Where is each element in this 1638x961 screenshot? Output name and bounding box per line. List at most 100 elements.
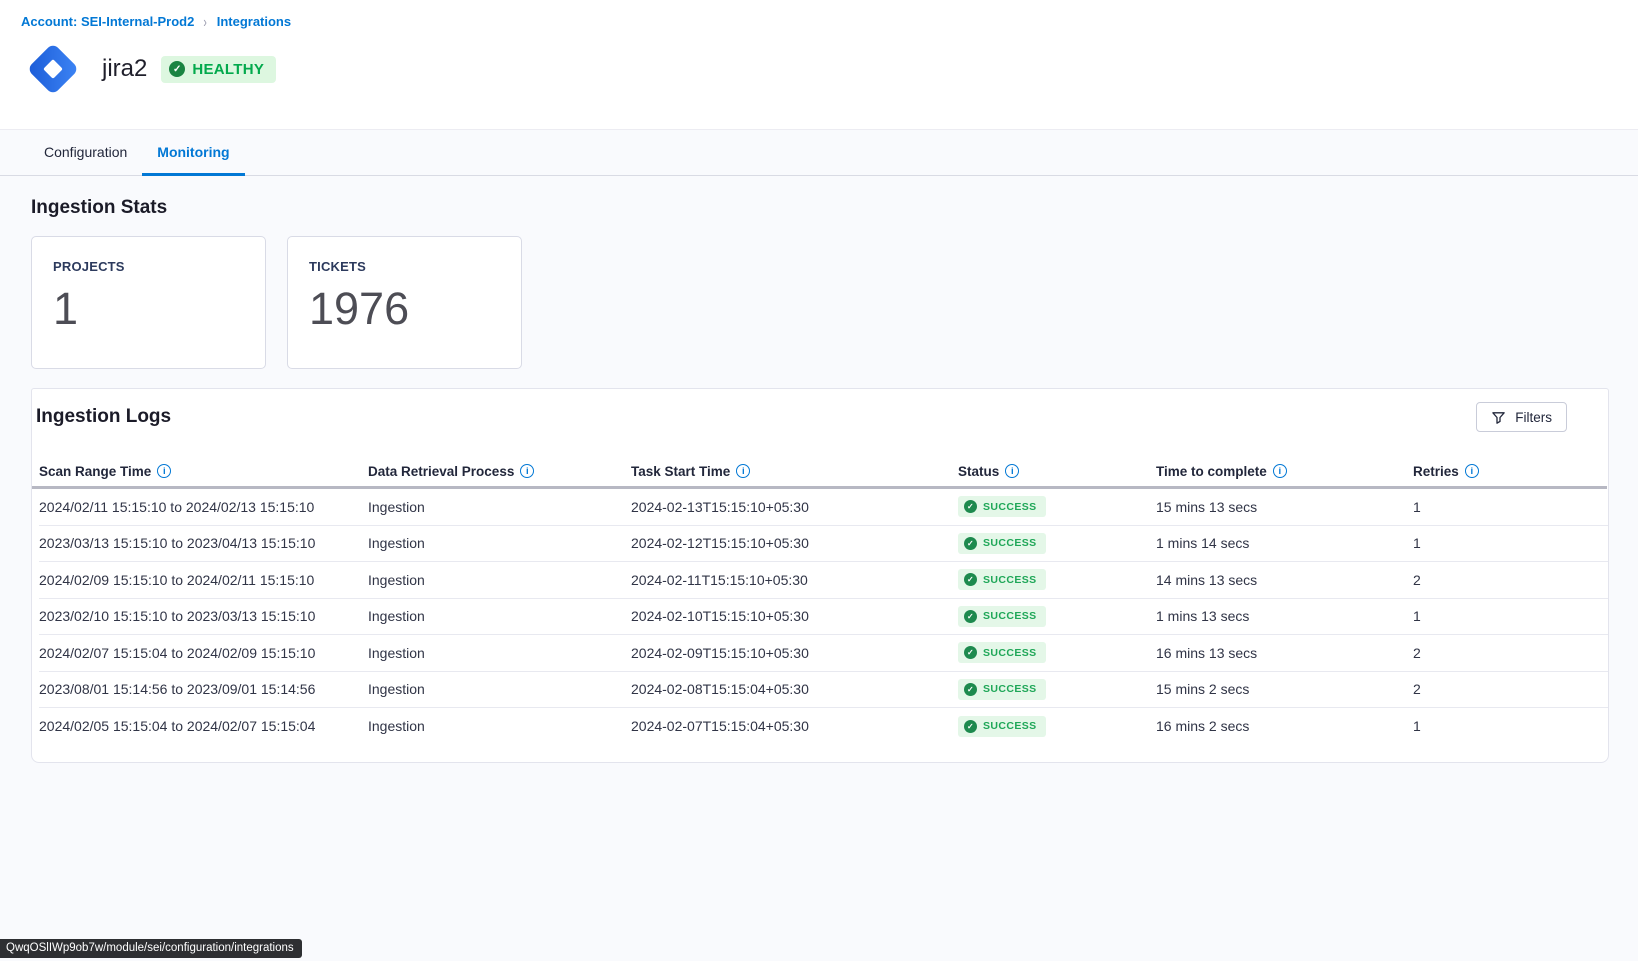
health-status-label: HEALTHY (192, 61, 264, 78)
status-label: SUCCESS (983, 647, 1037, 659)
status-badge: ✓ SUCCESS (958, 679, 1046, 700)
cell-scan-range-time: 2024/02/07 15:15:04 to 2024/02/09 15:15:… (39, 645, 368, 661)
cell-retries: 2 (1413, 572, 1608, 588)
cell-data-retrieval-process: Ingestion (368, 718, 631, 734)
cell-time-to-complete: 1 mins 13 secs (1156, 608, 1413, 624)
cell-data-retrieval-process: Ingestion (368, 535, 631, 551)
check-icon: ✓ (964, 646, 977, 659)
cell-scan-range-time: 2024/02/11 15:15:10 to 2024/02/13 15:15:… (39, 499, 368, 515)
table-row: 2024/02/09 15:15:10 to 2024/02/11 15:15:… (39, 562, 1608, 599)
info-icon[interactable]: i (520, 464, 534, 478)
tab-configuration[interactable]: Configuration (29, 130, 142, 176)
table-row: 2024/02/07 15:15:04 to 2024/02/09 15:15:… (39, 635, 1608, 672)
check-icon: ✓ (964, 573, 977, 586)
stat-card-projects: PROJECTS 1 (31, 236, 266, 369)
column-header-label: Scan Range Time (39, 464, 151, 479)
cell-status: ✓SUCCESS (958, 606, 1156, 627)
cell-data-retrieval-process: Ingestion (368, 681, 631, 697)
check-icon: ✓ (169, 61, 185, 77)
column-header-label: Data Retrieval Process (368, 464, 514, 479)
ingestion-logs-table: Scan Range TimeiData Retrieval ProcessiT… (32, 456, 1608, 745)
info-icon[interactable]: i (157, 464, 171, 478)
cell-data-retrieval-process: Ingestion (368, 572, 631, 588)
table-header-row: Scan Range TimeiData Retrieval ProcessiT… (39, 456, 1608, 486)
table-row: 2024/02/05 15:15:04 to 2024/02/07 15:15:… (39, 708, 1608, 745)
check-icon: ✓ (964, 683, 977, 696)
cell-status: ✓ SUCCESS (958, 679, 1156, 700)
stat-card-label: PROJECTS (53, 259, 265, 274)
cell-retries: 1 (1413, 718, 1608, 734)
cell-retries: 1 (1413, 535, 1608, 551)
cell-time-to-complete: 15 mins 13 secs (1156, 499, 1413, 515)
status-label: SUCCESS (983, 574, 1037, 586)
column-header-label: Time to complete (1156, 464, 1267, 479)
column-header-task-start-time: Task Start Time i (631, 464, 958, 479)
status-badge: ✓ SUCCESS (958, 716, 1046, 737)
breadcrumb: Account: SEI-Internal-Prod2 › Integratio… (21, 14, 1638, 29)
cell-scan-range-time: 2024/02/05 15:15:04 to 2024/02/07 15:15:… (39, 718, 368, 734)
column-header-label: Retries (1413, 464, 1459, 479)
column-header-label: Task Start Time (631, 464, 730, 479)
cell-task-start-time: 2024-02-13T15:15:10+05:30 (631, 499, 958, 515)
stat-card-value: 1976 (309, 283, 521, 335)
check-icon: ✓ (964, 537, 977, 550)
ingestion-logs-title: Ingestion Logs (36, 406, 171, 428)
breadcrumb-account-link[interactable]: Account: SEI-Internal-Prod2 (21, 14, 194, 29)
cell-status: ✓SUCCESS (958, 496, 1156, 517)
cell-retries: 2 (1413, 681, 1608, 697)
cell-task-start-time: 2024-02-09T15:15:10+05:30 (631, 645, 958, 661)
cell-task-start-time: 2024-02-11T15:15:10+05:30 (631, 572, 958, 588)
cell-scan-range-time: 2023/02/10 15:15:10 to 2023/03/13 15:15:… (39, 608, 368, 624)
stat-card-label: TICKETS (309, 259, 521, 274)
cell-retries: 1 (1413, 499, 1608, 515)
column-header-time-to-complete: Time to complete i (1156, 464, 1413, 479)
breadcrumb-chevron-icon: › (204, 13, 207, 31)
status-badge: ✓SUCCESS (958, 496, 1046, 517)
cell-scan-range-time: 2023/08/01 15:14:56 to 2023/09/01 15:14:… (39, 681, 368, 697)
cell-time-to-complete: 16 mins 13 secs (1156, 645, 1413, 661)
table-body: 2024/02/11 15:15:10 to 2024/02/13 15:15:… (39, 489, 1608, 745)
info-icon[interactable]: i (1465, 464, 1479, 478)
cell-status: ✓SUCCESS (958, 533, 1156, 554)
cell-scan-range-time: 2023/03/13 15:15:10 to 2023/04/13 15:15:… (39, 535, 368, 551)
status-badge: ✓SUCCESS (958, 533, 1046, 554)
filter-funnel-icon (1491, 410, 1506, 425)
status-badge: ✓ SUCCESS (958, 642, 1046, 663)
breadcrumb-integrations-link[interactable]: Integrations (217, 14, 291, 29)
integration-title: jira2 (102, 55, 147, 83)
cell-status: ✓ SUCCESS (958, 642, 1156, 663)
cell-task-start-time: 2024-02-12T15:15:10+05:30 (631, 535, 958, 551)
status-url-tooltip: QwqOSlIWp9ob7w/module/sei/configuration/… (0, 939, 302, 958)
status-label: SUCCESS (983, 683, 1037, 695)
status-label: SUCCESS (983, 720, 1037, 732)
cell-time-to-complete: 15 mins 2 secs (1156, 681, 1413, 697)
column-header-label: Status (958, 464, 999, 479)
info-icon[interactable]: i (1005, 464, 1019, 478)
stat-cards: PROJECTS 1 TICKETS 1976 (31, 236, 1638, 369)
health-status-badge: ✓ HEALTHY (161, 56, 276, 83)
table-row: 2023/08/01 15:14:56 to 2023/09/01 15:14:… (39, 672, 1608, 709)
cell-retries: 2 (1413, 645, 1608, 661)
column-header-scan-range-time: Scan Range Time i (39, 464, 368, 479)
ingestion-stats-title: Ingestion Stats (31, 197, 1638, 219)
jira-logo-icon (21, 37, 85, 101)
cell-time-to-complete: 16 mins 2 secs (1156, 718, 1413, 734)
tab-bar: ConfigurationMonitoring (0, 130, 1638, 176)
stat-card-value: 1 (53, 283, 265, 335)
cell-status: ✓ SUCCESS (958, 716, 1156, 737)
filters-button[interactable]: Filters (1476, 402, 1567, 432)
tab-monitoring[interactable]: Monitoring (142, 130, 244, 176)
cell-scan-range-time: 2024/02/09 15:15:10 to 2024/02/11 15:15:… (39, 572, 368, 588)
cell-time-to-complete: 14 mins 13 secs (1156, 572, 1413, 588)
column-header-status: Statusi (958, 464, 1156, 479)
check-icon: ✓ (964, 720, 977, 733)
column-header-retries: Retries i (1413, 464, 1608, 479)
table-row: 2023/02/10 15:15:10 to 2023/03/13 15:15:… (39, 599, 1608, 636)
status-label: SUCCESS (983, 610, 1037, 622)
info-icon[interactable]: i (736, 464, 750, 478)
stat-card-tickets: TICKETS 1976 (287, 236, 522, 369)
info-icon[interactable]: i (1273, 464, 1287, 478)
page-header: Account: SEI-Internal-Prod2 › Integratio… (0, 0, 1638, 130)
column-header-data-retrieval-process: Data Retrieval Process i (368, 464, 631, 479)
status-label: SUCCESS (983, 501, 1037, 513)
